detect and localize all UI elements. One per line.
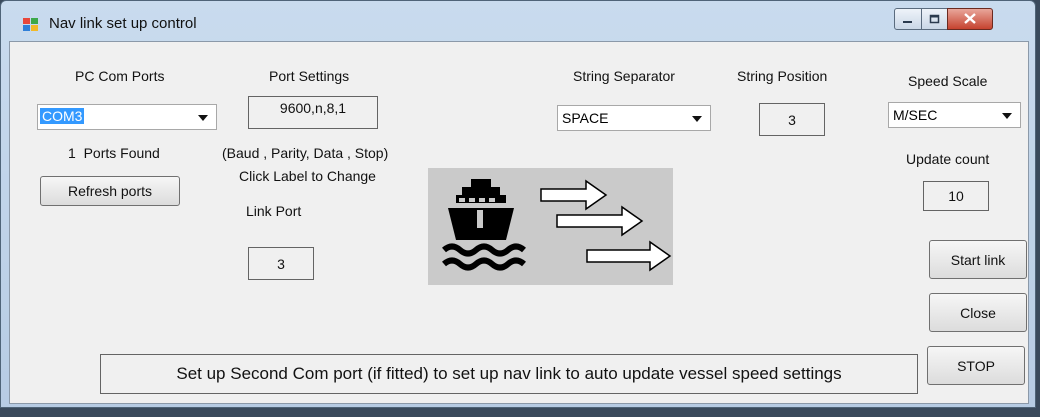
port-settings-label[interactable]: 9600,n,8,1 — [248, 96, 378, 129]
string-position-heading: String Position — [737, 68, 828, 84]
port-settings-format-hint: (Baud , Parity, Data , Stop) — [222, 145, 389, 161]
footer-message: Set up Second Com port (if fitted) to se… — [100, 354, 918, 394]
windows-form-icon — [23, 18, 39, 32]
ship-graphic — [428, 168, 673, 285]
string-separator-selected: SPACE — [562, 110, 609, 126]
update-count-heading: Update count — [906, 151, 990, 167]
speed-scale-selected: M/SEC — [893, 107, 938, 123]
start-link-button[interactable]: Start link — [929, 240, 1027, 279]
maximize-icon — [929, 12, 941, 27]
string-separator-heading: String Separator — [573, 68, 675, 84]
click-label-hint: Click Label to Change — [239, 168, 376, 184]
link-port-value[interactable]: 3 — [248, 247, 314, 280]
speed-scale-select[interactable]: M/SEC — [888, 102, 1021, 128]
arrow-right-icon — [540, 179, 672, 272]
window-frame: Nav link set up control PC Com Ports COM… — [0, 0, 1036, 408]
window-title: Nav link set up control — [49, 15, 197, 32]
string-position-value[interactable]: 3 — [759, 103, 825, 136]
port-settings-heading: Port Settings — [269, 68, 350, 84]
title-bar[interactable]: Nav link set up control — [1, 1, 1035, 41]
close-button[interactable]: Close — [929, 293, 1027, 332]
close-window-button[interactable] — [947, 8, 993, 30]
com-port-select[interactable]: COM3 — [37, 104, 217, 130]
speed-scale-heading: Speed Scale — [908, 73, 988, 89]
stop-button[interactable]: STOP — [927, 346, 1025, 385]
chevron-down-icon — [692, 116, 702, 122]
maximize-button[interactable] — [921, 8, 948, 30]
form-body: PC Com Ports COM3 1 Ports Found Refresh … — [9, 41, 1029, 404]
minimize-icon — [902, 12, 914, 27]
update-count-value[interactable]: 10 — [923, 181, 989, 211]
chevron-down-icon — [1002, 113, 1012, 119]
close-icon — [964, 11, 976, 28]
com-ports-heading: PC Com Ports — [75, 68, 165, 84]
string-separator-select[interactable]: SPACE — [557, 105, 711, 131]
ports-found-text: 1 Ports Found — [68, 145, 160, 161]
com-port-selected: COM3 — [40, 108, 85, 124]
refresh-ports-button[interactable]: Refresh ports — [40, 176, 180, 206]
ports-found-count: 1 — [68, 145, 76, 161]
ports-found-label: Ports Found — [83, 145, 160, 161]
minimize-button[interactable] — [894, 8, 922, 30]
chevron-down-icon — [198, 115, 208, 121]
link-port-label: Link Port — [246, 203, 302, 219]
